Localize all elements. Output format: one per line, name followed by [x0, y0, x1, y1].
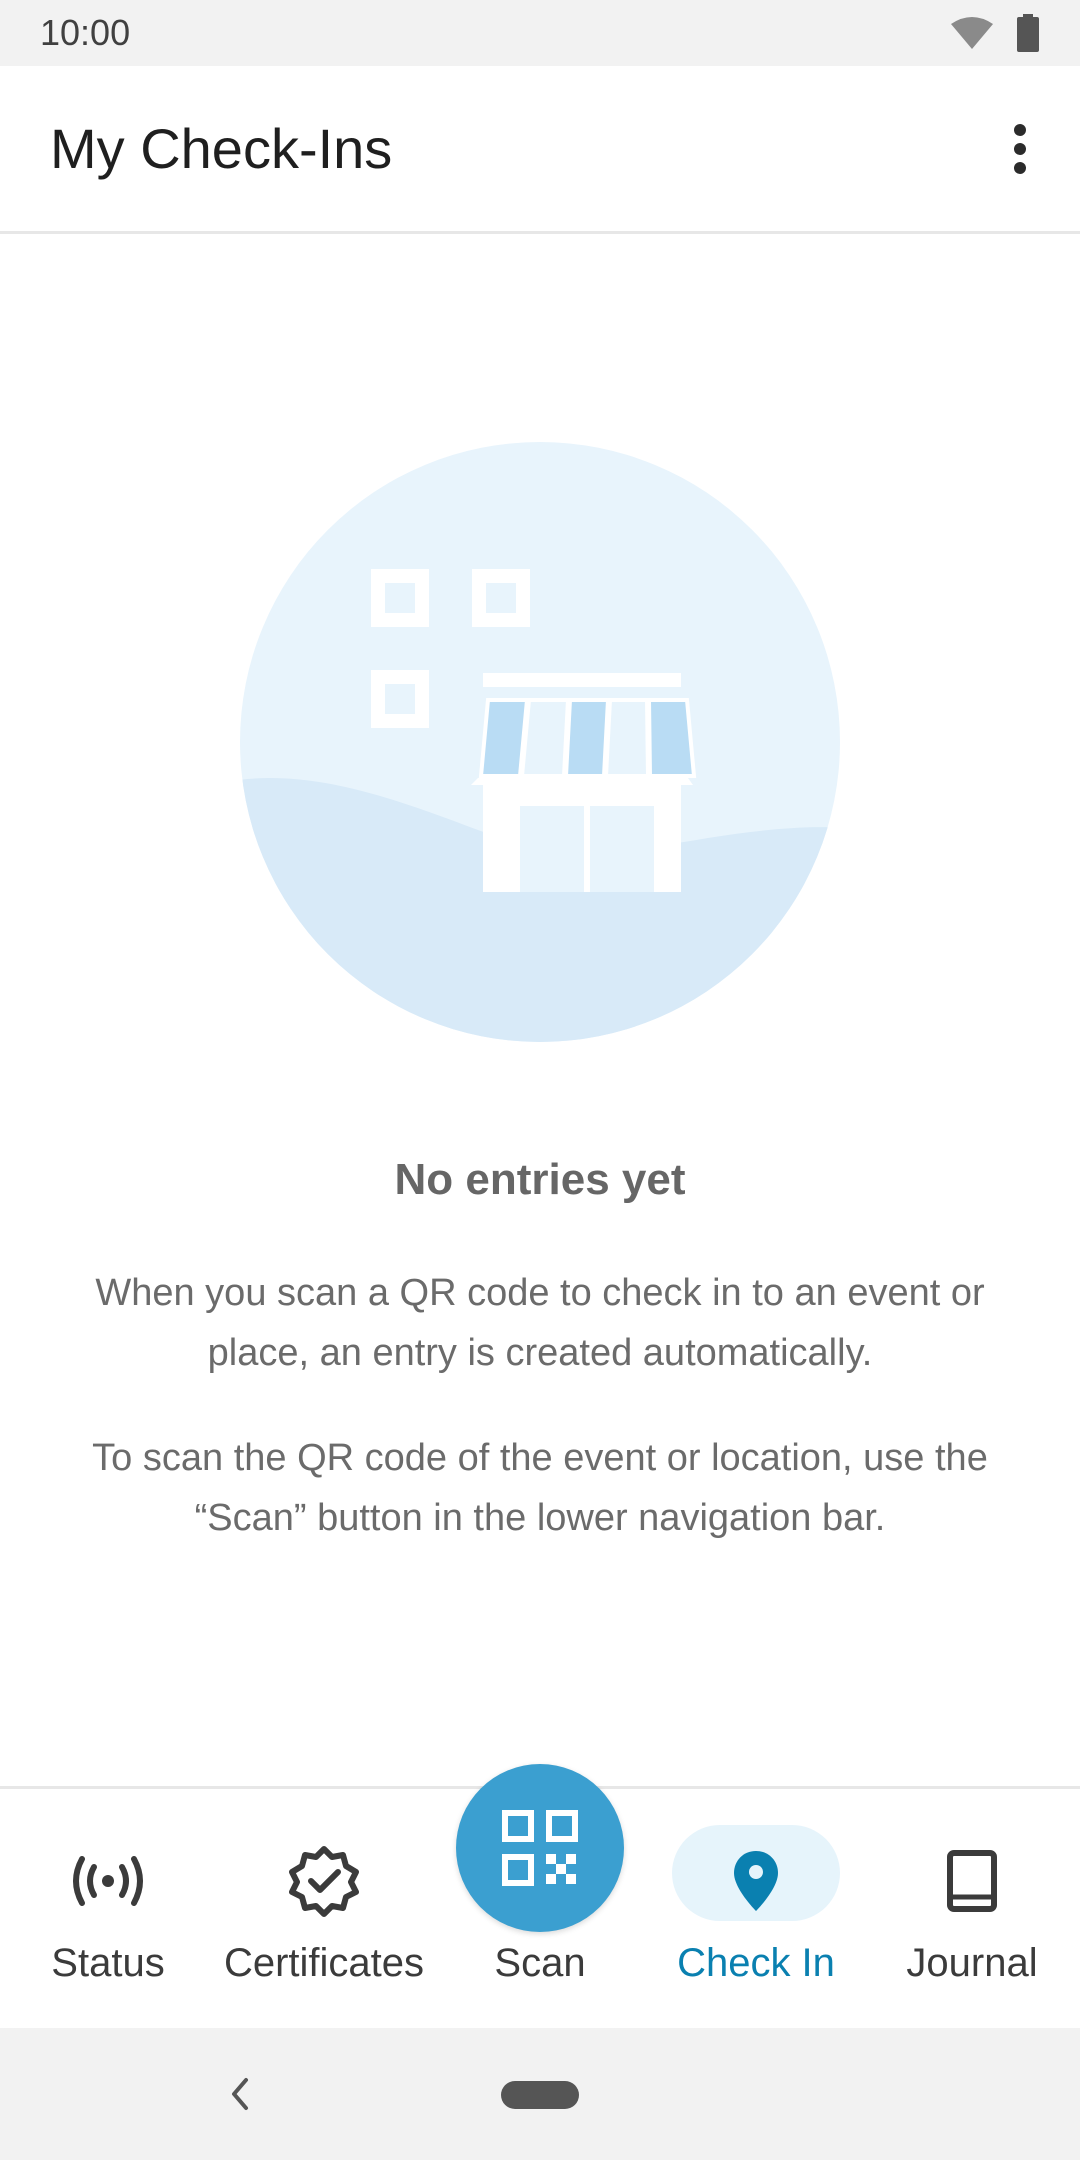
location-pin-icon	[716, 1841, 796, 1921]
nav-item-check-in[interactable]: Check In	[648, 1789, 864, 2031]
scan-button[interactable]	[456, 1764, 624, 1932]
wifi-icon	[951, 17, 993, 49]
nav-item-certificates[interactable]: Certificates	[216, 1789, 432, 2031]
empty-state-hint: To scan the QR code of the event or loca…	[92, 1437, 988, 1539]
nav-label-status: Status	[51, 1941, 165, 1985]
status-time: 10:00	[40, 12, 131, 53]
home-button[interactable]	[501, 2081, 579, 2109]
nav-label-check-in: Check In	[677, 1941, 835, 1985]
book-icon	[932, 1841, 1012, 1921]
overflow-menu-button[interactable]	[990, 109, 1050, 189]
page-title: My Check-Ins	[50, 117, 393, 180]
more-vert-icon	[1014, 123, 1026, 174]
nav-item-journal[interactable]: Journal	[864, 1789, 1080, 2031]
nav-label-journal: Journal	[906, 1941, 1038, 1985]
qr-code-icon	[502, 1810, 578, 1886]
battery-icon	[1017, 14, 1039, 52]
store-qr-illustration	[240, 442, 840, 1042]
back-chevron-icon	[232, 2078, 248, 2110]
nav-label-scan: Scan	[494, 1941, 586, 1985]
status-bar: 10:00	[0, 0, 1080, 66]
nav-item-status[interactable]: Status	[0, 1789, 216, 2031]
app-bar: My Check-Ins	[0, 66, 1080, 234]
nav-label-certificates: Certificates	[223, 1941, 425, 1985]
status-icons	[950, 14, 1040, 52]
empty-state-title: No entries yet	[394, 1155, 686, 1204]
verified-badge-icon	[284, 1841, 364, 1921]
empty-state-text: When you scan a QR code to check in to a…	[95, 1272, 985, 1374]
broadcast-icon	[68, 1841, 148, 1921]
back-button[interactable]	[210, 2062, 270, 2126]
